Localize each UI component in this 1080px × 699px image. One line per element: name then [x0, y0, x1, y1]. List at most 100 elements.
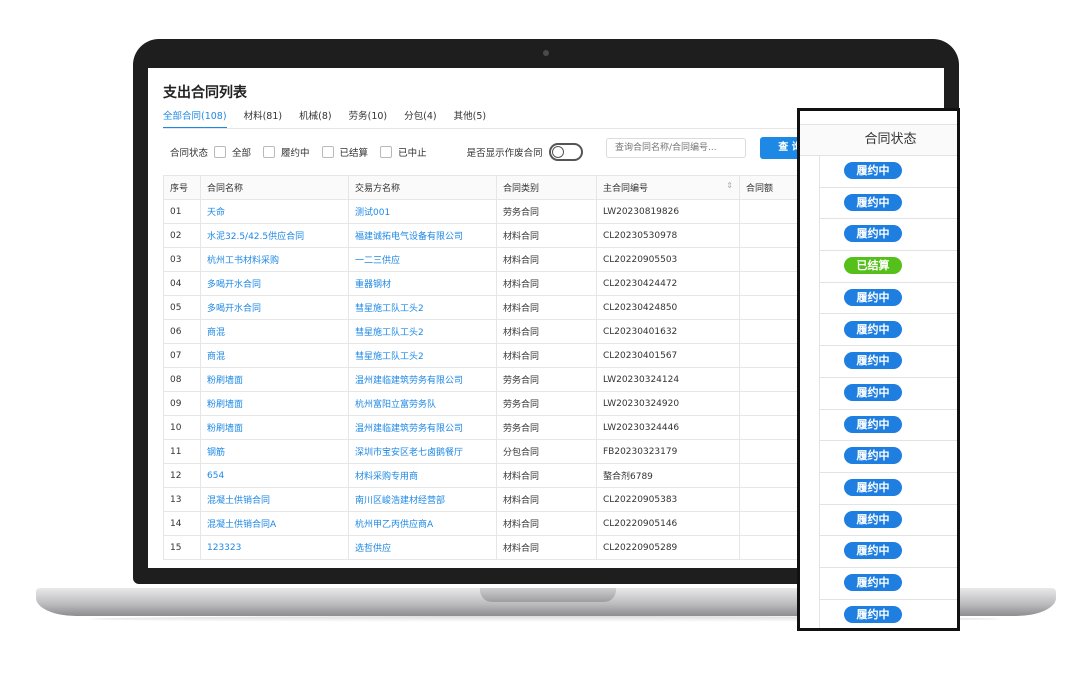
cell-contract-name[interactable]: 天命: [200, 199, 349, 224]
cell-category: 材料合同: [496, 511, 597, 536]
cell-counterparty[interactable]: 彗星施工队工头2: [348, 319, 497, 344]
cell-contract-name[interactable]: 多喝开水合同: [200, 295, 349, 320]
table-row: 04 多喝开水合同 重器钢材 材料合同 CL20230424472: [163, 271, 840, 296]
table-row: 12 654 材料采购专用商 材料合同 螯合剂6789: [163, 463, 840, 488]
table-row: 09 粉刷墙面 杭州富阳立富劳务队 劳务合同 LW20230324920: [163, 391, 840, 416]
cell-counterparty[interactable]: 彗星施工队工头2: [348, 295, 497, 320]
cell-category: 劳务合同: [496, 199, 597, 224]
tab-other[interactable]: 其他(5): [454, 108, 486, 127]
table-row: 10 粉刷墙面 温州建临建筑劳务有限公司 劳务合同 LW20230324446: [163, 415, 840, 440]
cell-counterparty[interactable]: 选哲供应: [348, 535, 497, 560]
cell-index: 02: [163, 223, 201, 248]
status-column-header: 合同状态: [800, 124, 957, 156]
cell-contract-name[interactable]: 混凝土供销合同: [200, 487, 349, 512]
cell-main-no: LW20230819826: [596, 199, 740, 224]
cell-contract-name[interactable]: 商混: [200, 343, 349, 368]
checkbox-box[interactable]: [263, 146, 276, 158]
checkbox-terminated[interactable]: 已中止: [380, 145, 427, 159]
cell-counterparty[interactable]: 彗星施工队工头2: [348, 343, 497, 368]
cell-index: 11: [163, 439, 201, 464]
status-badge: 履约中: [844, 352, 902, 370]
status-badge: 履约中: [844, 447, 902, 465]
cell-main-no: LW20230324920: [596, 391, 740, 416]
cell-counterparty[interactable]: 温州建临建筑劳务有限公司: [348, 367, 497, 392]
cell-category: 材料合同: [496, 463, 597, 488]
cell-contract-name[interactable]: 商混: [200, 319, 349, 344]
tab-material[interactable]: 材料(81): [244, 108, 283, 127]
checkbox-settled[interactable]: 已结算: [321, 145, 369, 159]
cell-counterparty[interactable]: 深圳市宝安区老七卤鹅餐厅: [348, 439, 497, 464]
cell-index: 14: [163, 511, 201, 536]
cell-main-no: CL20230530978: [596, 223, 740, 248]
cell-counterparty[interactable]: 温州建临建筑劳务有限公司: [348, 415, 497, 440]
cell-main-no: FB20230323179: [596, 439, 740, 464]
cell-index: 03: [163, 247, 201, 272]
cell-main-no: CL20230424472: [596, 271, 740, 296]
category-tabs: 全部合同(108) 材料(81) 机械(8) 劳务(10) 分包(4) 其他(5…: [163, 108, 500, 129]
cell-contract-name[interactable]: 多喝开水合同: [200, 271, 349, 296]
cell-counterparty[interactable]: 重器钢材: [348, 271, 497, 296]
checkbox-all[interactable]: 全部: [214, 145, 251, 159]
table-row: 08 粉刷墙面 温州建临建筑劳务有限公司 劳务合同 LW20230324124: [163, 367, 840, 392]
void-switch-label: 是否显示作废合同: [466, 148, 543, 159]
status-filter: 合同状态 全部 履约中 已结算 已中止 是否显示作废合同: [170, 143, 583, 161]
void-contract-toggle[interactable]: [548, 143, 583, 161]
col-category: 合同类别: [496, 175, 597, 200]
cell-category: 分包合同: [496, 439, 597, 464]
cell-index: 09: [163, 391, 201, 416]
cell-counterparty[interactable]: 南川区峻浩建材经营部: [348, 487, 497, 512]
cell-counterparty[interactable]: 杭州富阳立富劳务队: [348, 391, 497, 416]
cell-counterparty[interactable]: 测试001: [348, 199, 497, 224]
cell-contract-name[interactable]: 混凝土供销合同A: [200, 511, 349, 536]
camera-icon: [543, 50, 549, 56]
checkbox-box[interactable]: [380, 146, 393, 158]
cell-category: 材料合同: [496, 223, 597, 248]
status-badge: 履约中: [844, 383, 902, 401]
status-badge: 履约中: [844, 288, 902, 306]
checkbox-label: 全部: [232, 148, 252, 159]
col-main-no[interactable]: 主合同编号 ⇕: [596, 175, 740, 200]
table-header-row: 序号 合同名称 交易方名称 合同类别 主合同编号 ⇕ 合同额: [163, 175, 840, 200]
table-row: 13 混凝土供销合同 南川区峻浩建材经营部 材料合同 CL20220905383: [163, 487, 840, 512]
cell-contract-name[interactable]: 粉刷墙面: [200, 391, 349, 416]
cell-counterparty[interactable]: 一二三供应: [348, 247, 497, 272]
cell-contract-name[interactable]: 粉刷墙面: [200, 415, 349, 440]
cell-main-no: CL20230401567: [596, 343, 740, 368]
checkbox-performing[interactable]: 履约中: [263, 145, 310, 159]
tab-machinery[interactable]: 机械(8): [299, 108, 331, 127]
tab-subcontract[interactable]: 分包(4): [404, 108, 436, 127]
sort-icon[interactable]: ⇕: [726, 181, 733, 190]
checkbox-box[interactable]: [214, 146, 227, 158]
cell-main-no: LW20230324446: [596, 415, 740, 440]
cell-contract-name[interactable]: 水泥32.5/42.5供应合同: [200, 223, 349, 248]
cell-contract-name[interactable]: 钢筋: [200, 439, 349, 464]
cell-category: 材料合同: [496, 295, 597, 320]
tab-all[interactable]: 全部合同(108): [163, 108, 227, 129]
page-title: 支出合同列表: [163, 85, 247, 101]
cell-counterparty[interactable]: 福建诚拓电气设备有限公司: [348, 223, 497, 248]
cell-contract-name[interactable]: 杭州工书材料采购: [200, 247, 349, 272]
cell-index: 06: [163, 319, 201, 344]
table-row: 11 钢筋 深圳市宝安区老七卤鹅餐厅 分包合同 FB20230323179: [163, 439, 840, 464]
cell-counterparty[interactable]: 材料采购专用商: [348, 463, 497, 488]
status-badge: 履约中: [844, 542, 902, 560]
cell-main-no: CL20230401632: [596, 319, 740, 344]
status-badge: 履约中: [844, 605, 902, 623]
cell-contract-name[interactable]: 654: [200, 463, 349, 488]
search-input[interactable]: [606, 138, 746, 158]
status-zoom-callout: 合同状态 履约中 履约中 履约中 已结算 履约中 履约中 履约中 履约中 履约中 履约中 履约中 履约…: [797, 108, 960, 631]
checkbox-label: 已中止: [398, 148, 427, 159]
contract-table: 序号 合同名称 交易方名称 合同类别 主合同编号 ⇕ 合同额 01 天命 测试001 劳…: [163, 175, 840, 560]
col-main-no-label: 主合同编号: [603, 184, 649, 194]
tab-labor[interactable]: 劳务(10): [349, 108, 388, 127]
status-badge: 履约中: [844, 320, 902, 338]
cell-counterparty[interactable]: 杭州甲乙丙供应商A: [348, 511, 497, 536]
cell-main-no: CL20220905289: [596, 535, 740, 560]
cell-main-no: CL20220905503: [596, 247, 740, 272]
status-badge: 履约中: [844, 225, 902, 243]
cell-index: 01: [163, 199, 201, 224]
checkbox-box[interactable]: [321, 146, 334, 158]
cell-contract-name[interactable]: 123323: [200, 535, 349, 560]
checkbox-label: 已结算: [339, 148, 369, 159]
cell-contract-name[interactable]: 粉刷墙面: [200, 367, 349, 392]
